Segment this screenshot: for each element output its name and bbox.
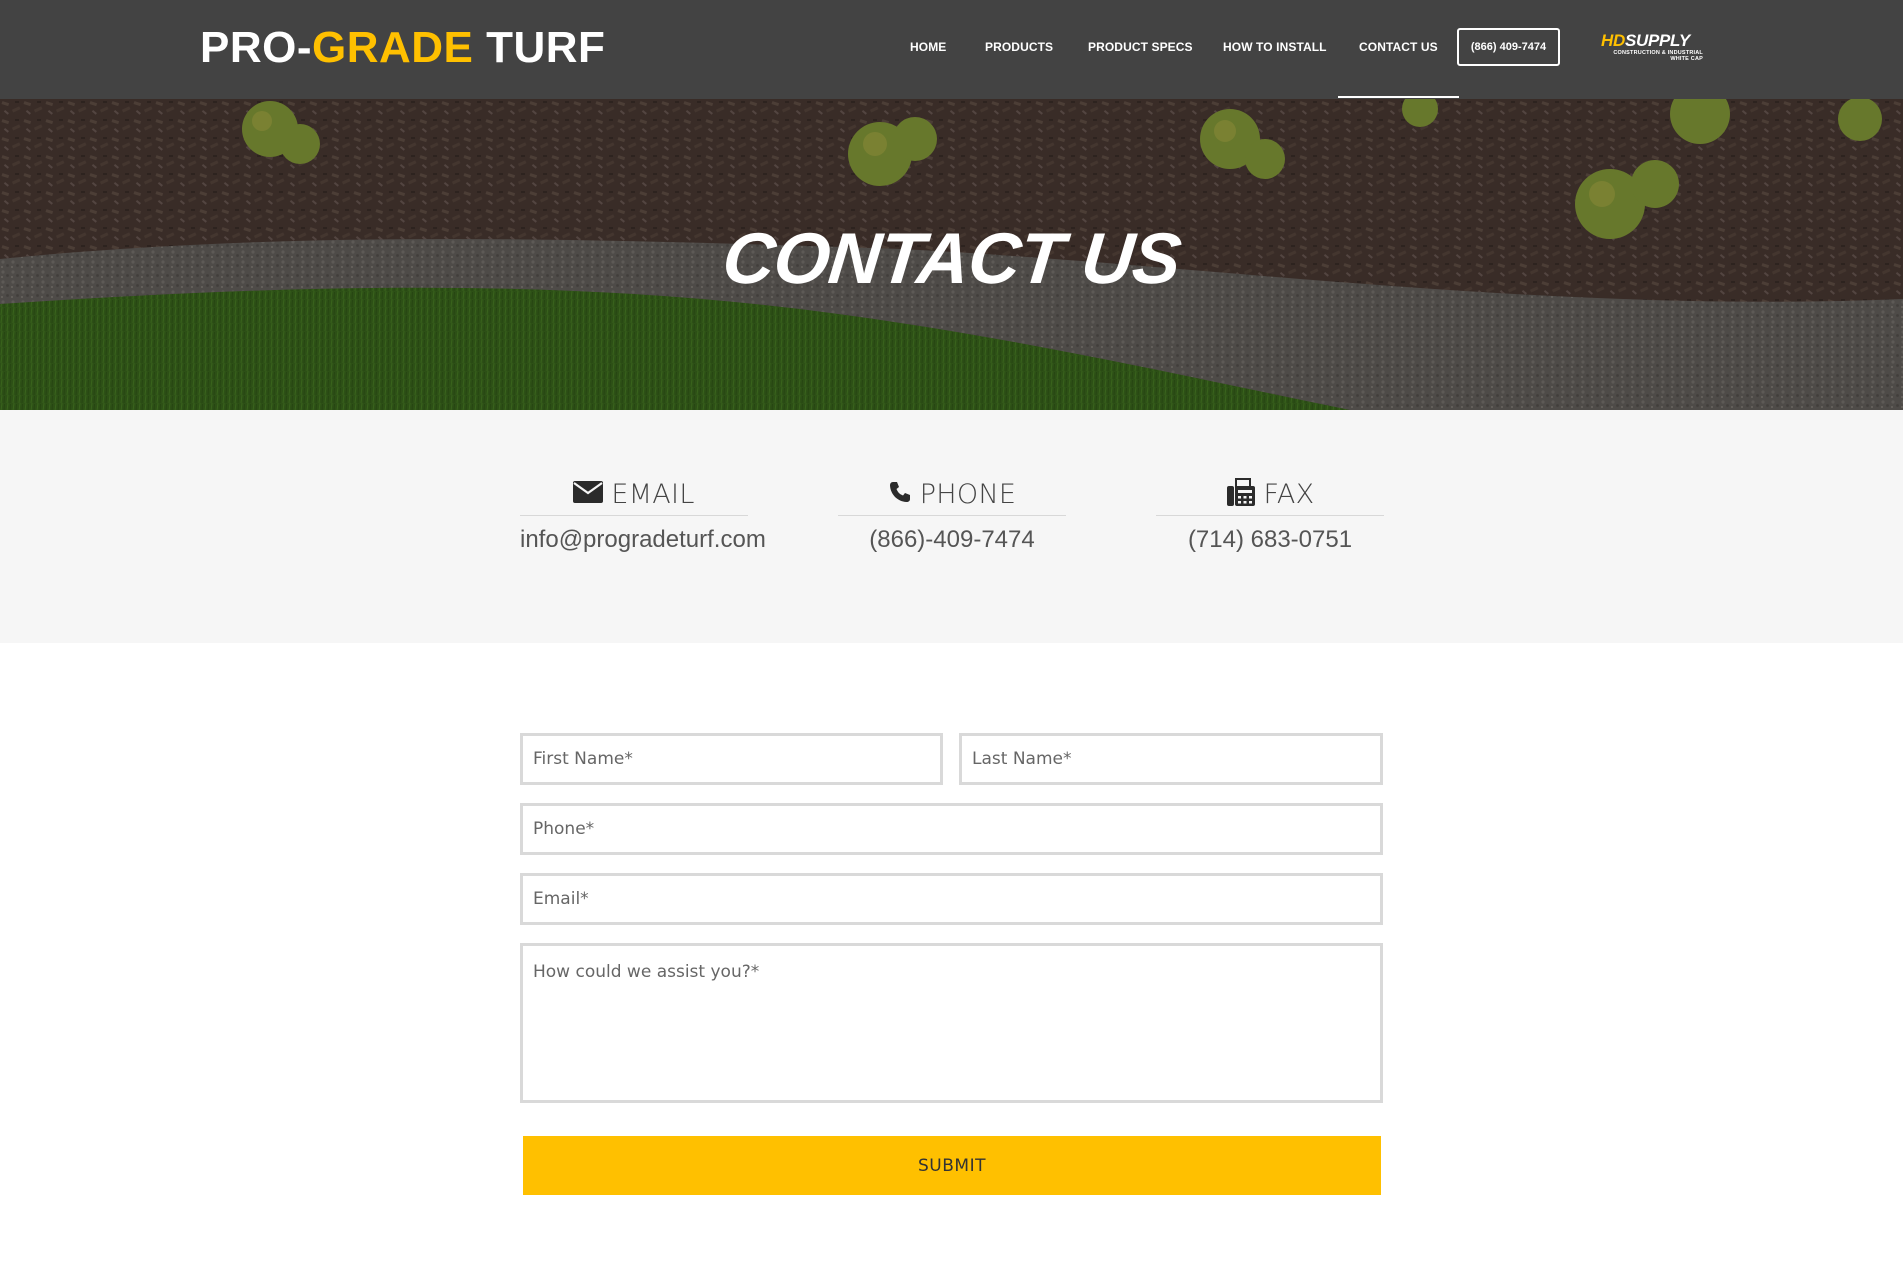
site-header: PRO-GRADE TURF HOME PRODUCTS PRODUCT SPE… xyxy=(0,0,1903,99)
fax-heading: FAX xyxy=(1156,477,1384,516)
phone-icon xyxy=(888,480,912,509)
fax-value: (714) 683-0751 xyxy=(1187,526,1353,553)
hd-supply-brand-rest: SUPPLY xyxy=(1624,31,1690,50)
contact-fax-block: FAX (714) 683-0751 xyxy=(1156,477,1384,554)
phone-heading: PHONE xyxy=(838,479,1066,516)
header-phone-button[interactable]: (866) 409-7474 xyxy=(1457,28,1560,66)
phone-value[interactable]: (866)-409-7474 xyxy=(838,526,1066,554)
email-heading: EMAIL xyxy=(520,479,748,516)
fax-icon xyxy=(1226,477,1256,512)
contact-info-band: EMAIL info@progradeturf.com PHONE (866)-… xyxy=(0,410,1903,643)
nav-product-specs[interactable]: PRODUCT SPECS xyxy=(1088,40,1193,54)
contact-email-block: EMAIL info@progradeturf.com xyxy=(520,479,766,554)
hero-banner: CONTACT US xyxy=(0,99,1903,410)
envelope-icon xyxy=(573,481,604,508)
email-value[interactable]: info@progradeturf.com xyxy=(520,526,766,554)
nav-how-to-install[interactable]: HOW TO INSTALL xyxy=(1223,40,1327,54)
message-field[interactable]: How could we assist you?* xyxy=(520,943,1383,1103)
phone-label: PHONE xyxy=(919,479,1017,510)
hd-supply-brand-hd: HD xyxy=(1601,31,1625,50)
hd-supply-brand: HDSUPPLY xyxy=(1601,32,1703,50)
contact-phone-block: PHONE (866)-409-7474 xyxy=(838,479,1066,554)
page-title: CONTACT US xyxy=(718,219,1185,299)
hd-supply-sub2: WHITE CAP xyxy=(1670,56,1703,62)
phone-field[interactable]: Phone* xyxy=(520,803,1383,855)
fax-label: FAX xyxy=(1263,479,1315,510)
last-name-field[interactable]: Last Name* xyxy=(959,733,1383,785)
hd-supply-logo[interactable]: HDSUPPLY CONSTRUCTION & INDUSTRIAL WHITE… xyxy=(1601,32,1703,63)
nav-home[interactable]: HOME xyxy=(910,40,946,54)
nav-products[interactable]: PRODUCTS xyxy=(985,40,1053,54)
email-field[interactable]: Email* xyxy=(520,873,1383,925)
first-name-field[interactable]: First Name* xyxy=(520,733,943,785)
nav-contact-us[interactable]: CONTACT US xyxy=(1338,40,1459,98)
submit-button[interactable]: SUBMIT xyxy=(523,1136,1381,1195)
email-label: EMAIL xyxy=(611,479,695,510)
